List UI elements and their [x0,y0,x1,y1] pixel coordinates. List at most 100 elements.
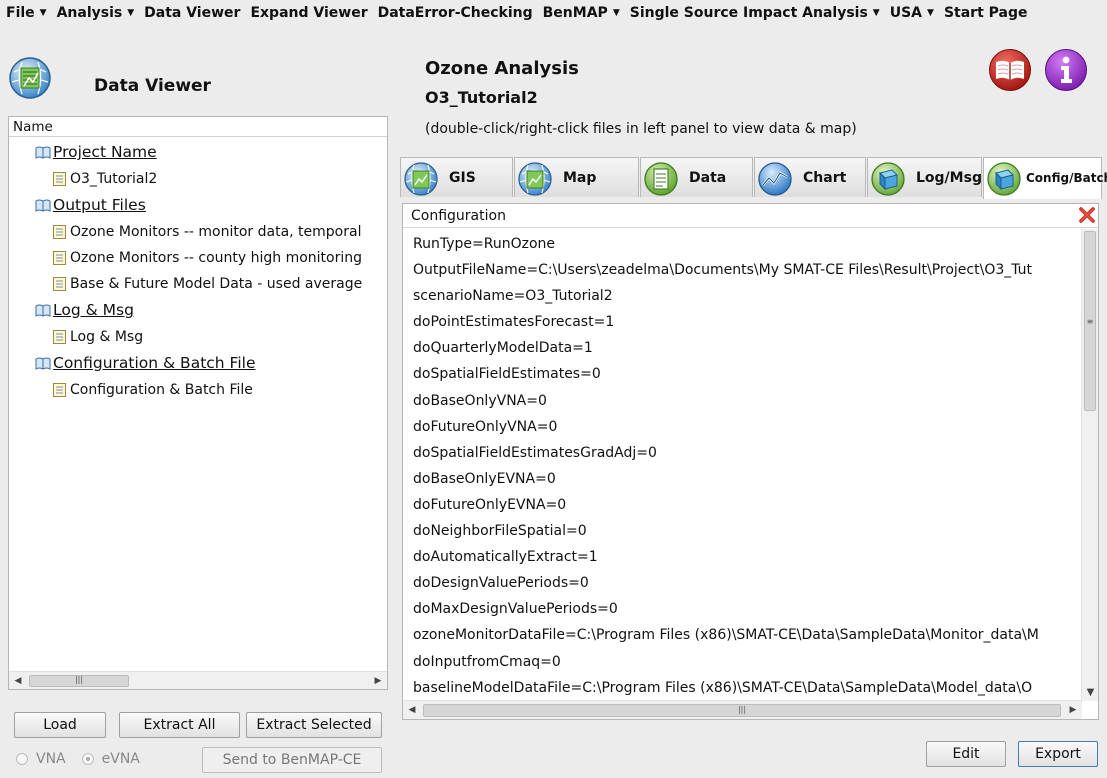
scroll-right-icon[interactable]: ▶ [369,672,387,690]
tab-data[interactable]: Data [640,157,753,197]
tree-item-log-msg[interactable]: Log & Msg [53,329,143,345]
tab-config-batch[interactable]: Config/Batch [983,157,1107,199]
tree-item-config-batch[interactable]: Configuration & Batch File [53,382,253,398]
scroll-left-icon[interactable]: ◀ [9,672,27,690]
scroll-right-icon[interactable]: ▶ [1064,701,1082,719]
document-icon [53,383,66,397]
menu-expand-viewer[interactable]: Expand Viewer [250,5,367,21]
menu-analysis[interactable]: Analysis ▼ [57,5,135,21]
config-line: doQuarterlyModelData=1 [413,340,593,357]
book-icon[interactable] [988,48,1032,92]
tree-item-ozone-monitors-monitor-data[interactable]: Ozone Monitors -- monitor data, temporal [53,224,361,240]
config-horizontal-scrollbar[interactable]: ◀ ||| ▶ [403,700,1082,719]
document-icon [53,251,66,265]
edit-button[interactable]: Edit [926,741,1006,767]
document-icon [53,172,66,186]
tab-label: Log/Msg [916,170,982,186]
document-icon [53,330,66,344]
tree-label: Project Name [53,143,157,161]
menu-file[interactable]: File ▼ [6,5,47,21]
file-tree-panel: Name Project Name O3_Tutorial2 Output Fi… [8,116,388,690]
load-button[interactable]: Load [14,712,106,738]
project-subtitle: O3_Tutorial2 [425,88,538,107]
caret-down-icon: ▼ [927,8,934,18]
tab-label: Data [689,170,727,186]
export-button[interactable]: Export [1018,741,1098,767]
scroll-down-icon[interactable]: ▼ [1082,684,1099,701]
config-text[interactable]: RunType=RunOzone OutputFileName=C:\Users… [413,236,1081,706]
menu-label: File [6,5,35,21]
menu-data-error-checking[interactable]: DataError-Checking [378,5,533,21]
menu-label: Expand Viewer [250,5,368,21]
config-line: RunType=RunOzone [413,236,555,252]
menu-label: Single Source Impact Analysis [629,5,868,21]
tab-label: Config/Batch [1026,171,1107,185]
close-icon[interactable] [1078,206,1096,224]
config-line: doSpatialFieldEstimatesGradAdj=0 [413,444,657,461]
extract-all-button[interactable]: Extract All [119,712,240,738]
tab-chart[interactable]: Chart [754,157,866,197]
tree-label: Log & Msg [53,301,134,319]
tree-label: Base & Future Model Data - used average [70,276,363,292]
evna-label: eVNA [101,751,140,767]
config-line: doBaseOnlyEVNA=0 [413,470,556,487]
config-line: doAutomaticallyExtract=1 [413,549,598,566]
menu-start-page[interactable]: Start Page [944,5,1028,21]
scroll-left-icon[interactable]: ◀ [403,701,421,719]
data-viewer-header: Data Viewer [8,52,388,108]
tree-group-config-batch[interactable]: Configuration & Batch File [35,354,255,372]
extract-selected-button[interactable]: Extract Selected [246,712,382,738]
menu-single-source[interactable]: Single Source Impact Analysis ▼ [630,5,880,21]
tab-label: Chart [803,170,847,186]
config-line: doFutureOnlyVNA=0 [413,418,558,435]
book-icon [35,304,51,317]
cube-icon [871,162,905,196]
send-to-benmap-button[interactable]: Send to BenMAP-CE [202,747,382,773]
config-vertical-scrollbar[interactable]: ≡ ▼ [1081,229,1098,701]
instructions-hint: (double-click/right-click files in left … [425,121,857,137]
tab-gis[interactable]: GIS [400,157,513,197]
scrollbar-thumb[interactable]: ||| [29,675,129,687]
config-line: scenarioName=O3_Tutorial2 [413,288,613,305]
tree-item-base-future-model-data[interactable]: Base & Future Model Data - used average [53,276,362,292]
file-tree: Project Name O3_Tutorial2 Output Files O… [9,137,387,668]
tree-group-log-msg[interactable]: Log & Msg [35,301,134,319]
caret-down-icon: ▼ [127,8,135,18]
tree-group-project-name[interactable]: Project Name [35,143,157,161]
tree-label: Configuration & Batch File [53,354,256,372]
book-icon [35,146,51,159]
tree-horizontal-scrollbar[interactable]: ◀ ||| ▶ [9,671,387,689]
config-line: doSpatialFieldEstimates=0 [413,366,601,383]
config-line: doPointEstimatesForecast=1 [413,314,615,331]
config-line: doInputfromCmaq=0 [413,653,561,670]
cube-icon [987,162,1021,196]
config-line: doNeighborFileSpatial=0 [413,523,587,540]
document-icon [53,277,66,291]
tab-log-msg[interactable]: Log/Msg [867,157,982,197]
tree-item-o3-tutorial2[interactable]: O3_Tutorial2 [53,171,157,187]
menu-label: Start Page [943,5,1028,21]
tree-item-ozone-monitors-county-high[interactable]: Ozone Monitors -- county high monitoring [53,250,362,266]
config-line: doFutureOnlyEVNA=0 [413,496,567,513]
tree-label: Configuration & Batch File [70,382,253,398]
tree-group-output-files[interactable]: Output Files [35,196,146,214]
menu-usa[interactable]: USA ▼ [890,5,934,21]
menu-benmap[interactable]: BenMAP ▼ [543,5,620,21]
evna-radio[interactable] [81,753,94,765]
config-line: ozoneMonitorDataFile=C:\Program Files (x… [413,627,1039,644]
document-icon [53,225,66,239]
menu-label: DataError-Checking [377,5,533,21]
tab-map[interactable]: Map [514,157,639,197]
globe-icon [404,162,438,196]
menu-data-viewer[interactable]: Data Viewer [144,5,240,21]
scrollbar-thumb[interactable]: ≡ [1084,231,1096,411]
info-icon[interactable] [1044,48,1088,92]
scrollbar-thumb[interactable]: ||| [423,704,1061,717]
tree-column-header: Name [9,117,387,137]
vna-label: VNA [36,751,66,767]
caret-down-icon: ▼ [872,8,880,18]
data-viewer-title: Data Viewer [94,76,211,96]
tab-label: GIS [449,170,476,186]
book-icon [35,357,51,370]
vna-radio[interactable] [16,753,28,765]
